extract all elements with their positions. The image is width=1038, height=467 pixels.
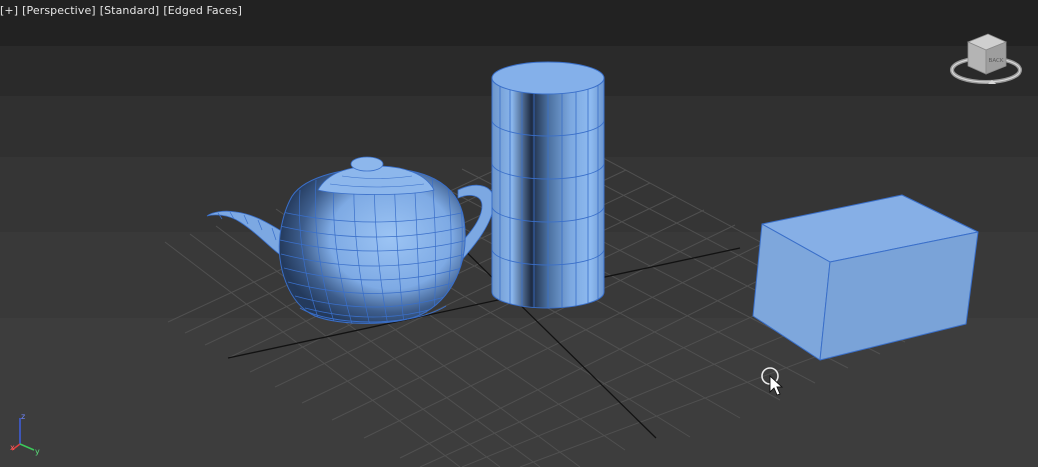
teapot-lid [317, 165, 435, 195]
scene-canvas[interactable] [0, 0, 1038, 467]
axis-tripod: z x y [10, 412, 40, 456]
viewcube-face-label: BACK [989, 58, 1004, 64]
axis-y-label: y [35, 447, 40, 456]
teapot-lid-knob [350, 156, 384, 172]
perspective-viewport[interactable]: [+] [Perspective] [Standard] [Edged Faces] [0, 0, 1038, 467]
cylinder-top-cap [491, 61, 605, 95]
mouse-cursor-icon [761, 367, 784, 396]
y-axis-icon [19, 443, 35, 451]
viewcube-widget[interactable]: BACK [948, 30, 1024, 92]
axis-z-label: z [21, 412, 25, 421]
cylinder-object[interactable] [491, 61, 605, 310]
axis-x-label: x [10, 443, 15, 452]
box-object[interactable] [752, 194, 979, 361]
teapot-object[interactable] [206, 156, 495, 326]
